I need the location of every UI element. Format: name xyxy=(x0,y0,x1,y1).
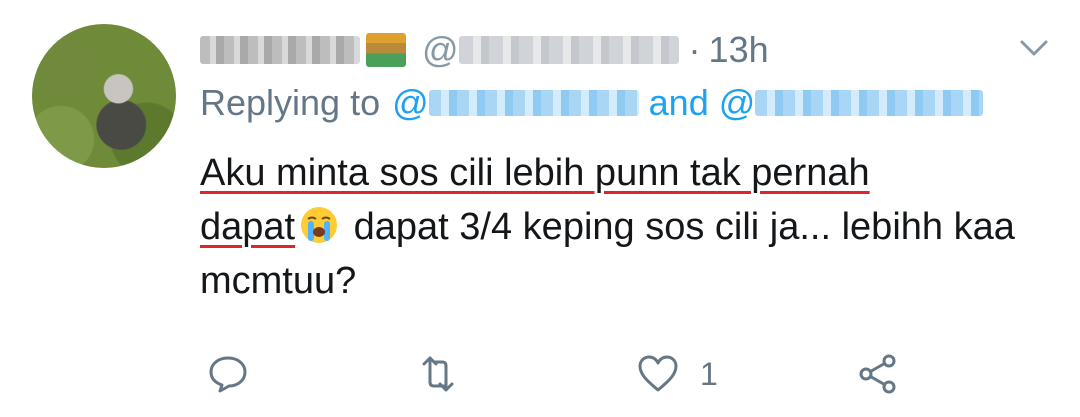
share-button[interactable] xyxy=(856,352,900,396)
tweet-card[interactable]: @ · 13h Replying to @ and @ Aku minta so… xyxy=(0,0,1080,417)
handle-at[interactable]: @ xyxy=(422,29,459,71)
mention-at-1[interactable]: @ xyxy=(392,82,429,124)
timestamp[interactable]: 13h xyxy=(709,29,769,71)
underlined-text-2: dapat xyxy=(200,206,296,248)
tweet-header: @ · 13h xyxy=(200,22,769,78)
mention-blurred-1[interactable] xyxy=(428,90,639,116)
tweet-actions: 1 xyxy=(200,346,1060,402)
like-button[interactable]: 1 xyxy=(636,352,718,396)
separator-dot: · xyxy=(688,29,701,70)
heart-icon xyxy=(638,355,678,392)
mention-blurred-2[interactable] xyxy=(755,90,984,116)
flag-emoji-icon xyxy=(366,33,406,67)
display-name-blurred[interactable] xyxy=(200,36,360,64)
avatar[interactable] xyxy=(32,24,176,168)
retweet-icon xyxy=(422,356,454,392)
mention-at-2[interactable]: @ xyxy=(719,82,756,124)
loudly-crying-face-icon xyxy=(299,205,339,245)
replying-to-conjunction: and xyxy=(648,82,709,123)
chevron-down-icon[interactable] xyxy=(1016,34,1052,62)
like-count: 1 xyxy=(700,355,718,392)
reply-icon xyxy=(209,356,247,393)
replying-to: Replying to @ and @ xyxy=(200,82,984,124)
handle-blurred[interactable] xyxy=(458,36,679,64)
replying-to-label: Replying to xyxy=(200,82,381,123)
retweet-button[interactable] xyxy=(416,352,460,396)
share-icon xyxy=(859,354,896,394)
tweet-text: Aku minta sos cili lebih punn tak pernah… xyxy=(200,146,1060,308)
reply-button[interactable] xyxy=(206,352,250,396)
underlined-text-1: Aku minta sos cili lebih punn tak pernah xyxy=(200,152,870,194)
